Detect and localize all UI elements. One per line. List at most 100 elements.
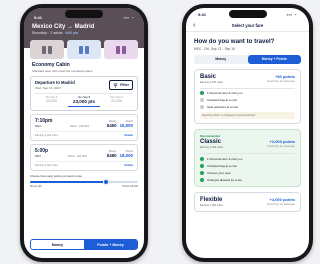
flight-card[interactable]: 5:00p MEX Direct · 10h 45m Money $480 Po…	[30, 144, 138, 171]
fare-earn: Earning 4,000 miles	[200, 203, 223, 207]
money-price: Money $480	[107, 150, 117, 158]
seat-photo[interactable]	[30, 40, 64, 59]
status-time: 9:41	[198, 11, 207, 17]
slider-fill	[30, 181, 106, 183]
nav-title: Select your fare	[231, 23, 264, 28]
flight-card[interactable]: 7:10pm MEX Direct · 10h 40m Money $450 P…	[30, 114, 138, 141]
fare-card-classic[interactable]: Recommended Classic Earning 3,000 miles …	[194, 129, 301, 187]
origin-code: MEX	[35, 124, 42, 128]
flight-results-screen: 9:41 ▪▪▪ ◔ Mexico City → Madrid Roundtri…	[24, 8, 144, 258]
points-price: Points 18,000	[120, 150, 133, 158]
departure-title: Departure to Madrid	[35, 80, 75, 85]
fare-price-sub: Round trip, per passenger	[267, 202, 295, 206]
payment-segment: Money Money + Points	[194, 54, 301, 64]
miles-earned: Earning 4,000 miles	[35, 134, 58, 137]
date-price: 23,000	[45, 99, 57, 103]
feature-text: Changes allowed for a fee	[207, 177, 242, 182]
points-slider: Choose how many points you want to use M…	[30, 174, 138, 188]
fare-price: +2,000 points Round trip, per passenger	[267, 139, 295, 148]
back-arrow-icon[interactable]: ‹	[193, 22, 195, 29]
date-option-selected[interactable]: Sun Sep 8 23,000 pts	[67, 94, 101, 107]
route-meta: Roundtrip · 2 adults · 64K pts	[32, 31, 136, 35]
miles-earned: Earning 4,000 miles	[35, 164, 58, 167]
money-segment[interactable]: Money	[194, 55, 248, 64]
points-price: Points 15,000	[120, 120, 133, 128]
signal-icon: ▪▪▪ ◔	[286, 11, 297, 17]
seat-icon	[116, 45, 126, 54]
signal-icon: ▪▪▪ ◔	[123, 14, 134, 20]
cabin-subtitle: Standard seat, with reserved overhead sp…	[32, 69, 93, 73]
payment-toggle: Money Points + Money	[30, 239, 138, 250]
flight-duration: Direct · 10h 40m	[70, 125, 90, 128]
nav-bar: ‹ Select your fare	[186, 20, 309, 32]
feature-text: 1 Personal item & carry-on	[207, 91, 243, 95]
fare-feature: Seat selection at a cost	[200, 105, 295, 109]
fare-price: +4,000 points Round trip, per passenger	[267, 197, 295, 206]
fare-select-screen: 9:41 ▪▪▪ ◔ ‹ Select your fare How do you…	[186, 8, 309, 258]
phone-left: 9:41 ▪▪▪ ◔ Mexico City → Madrid Roundtri…	[20, 4, 148, 262]
check-icon	[200, 163, 204, 168]
feature-text: Checked bag at a cost	[207, 98, 237, 102]
fare-price: +$0 points Round trip, per passenger	[267, 74, 295, 83]
fare-card-flexible[interactable]: Flexible Earning 4,000 miles +4,000 poin…	[194, 191, 301, 212]
seat-icon	[79, 45, 89, 54]
phone-right: 9:41 ▪▪▪ ◔ ‹ Select your fare How do you…	[182, 4, 313, 262]
filter-button[interactable]: Filter	[109, 80, 133, 90]
fare-note: Restrictive ticket: no changes or refund…	[200, 112, 295, 119]
seat-gallery	[24, 40, 144, 59]
filter-label: Filter	[120, 83, 129, 87]
money-points-segment[interactable]: Money + Points	[247, 54, 301, 64]
check-icon	[200, 170, 204, 175]
money-price: Money $450	[107, 120, 117, 128]
seat-photo[interactable]	[104, 40, 138, 59]
slider-max: Points 18,000	[122, 185, 138, 188]
route-meta-text: Roundtrip · 2 adults ·	[32, 31, 65, 35]
date-strip: Thu Sep 5 23,000 Sun Sep 8 23,000 pts Mo…	[35, 93, 133, 107]
seat-photo[interactable]	[67, 40, 101, 59]
fare-name: Flexible	[200, 196, 223, 203]
route-title: Mexico City → Madrid	[32, 24, 95, 30]
slider-min: Money $0	[30, 185, 42, 188]
flight-footer: Earning 4,000 miles Details	[35, 161, 133, 167]
trip-summary: MEX - CHI, Sep 13 – Sep 18	[194, 46, 235, 51]
cabin-title: Economy Cabin	[32, 62, 70, 68]
camera-notch	[65, 10, 103, 18]
slider-ends: Money $0 Points 18,000	[30, 185, 138, 188]
slider-track[interactable]	[30, 179, 138, 185]
flight-footer: Earning 4,000 miles Details	[35, 131, 133, 137]
details-link[interactable]: Details	[124, 134, 133, 137]
flight-duration: Direct · 10h 45m	[67, 155, 88, 158]
fare-card-basic[interactable]: Basic Earning 2,100 miles +$0 points Rou…	[194, 68, 301, 124]
fare-price-value: +2,000 points	[269, 139, 295, 144]
feature-text: Choose your seat	[207, 170, 231, 175]
money-tab[interactable]: Money	[31, 240, 84, 249]
fare-feature: Checked bag at a cost	[200, 98, 295, 102]
recommended-badge: Recommended	[200, 134, 221, 138]
travel-question: How do you want to travel? MEX - CHI, Se…	[186, 32, 309, 51]
unavailable-icon	[200, 98, 204, 102]
fare-name: Basic	[200, 73, 217, 80]
departure-date: Wed, Sep 13, 2023	[35, 86, 61, 90]
seat-icon	[42, 45, 52, 54]
fare-feature: 1 Personal item & carry-on	[200, 156, 295, 161]
slider-handle[interactable]	[102, 179, 109, 185]
points-money-tab[interactable]: Points + Money	[84, 240, 137, 249]
route-points: 64K pts	[65, 31, 79, 35]
date-option[interactable]: Mon Sep 9 23,000	[100, 94, 133, 107]
date-price: 23,000 pts	[72, 99, 96, 104]
cabin-info: Economy Cabin Standard seat, with reserv…	[24, 59, 144, 73]
check-icon	[200, 156, 204, 161]
fare-price-value: +$0 points	[275, 73, 295, 79]
money-value: $450	[106, 123, 117, 128]
filter-icon	[113, 83, 118, 87]
date-option[interactable]: Thu Sep 5 23,000	[35, 94, 68, 107]
fare-feature: 1 Personal item & carry-on	[200, 91, 295, 95]
status-time: 9:41	[34, 14, 43, 20]
fare-price-sub: Round trip, per passenger	[267, 79, 295, 83]
fare-earn: Earning 2,100 miles	[200, 80, 223, 84]
origin-code: MEX	[35, 154, 42, 158]
fare-name: Classic	[200, 139, 222, 145]
date-price: 23,000	[111, 99, 123, 103]
details-link[interactable]: Details	[124, 164, 133, 167]
camera-notch	[228, 10, 267, 18]
